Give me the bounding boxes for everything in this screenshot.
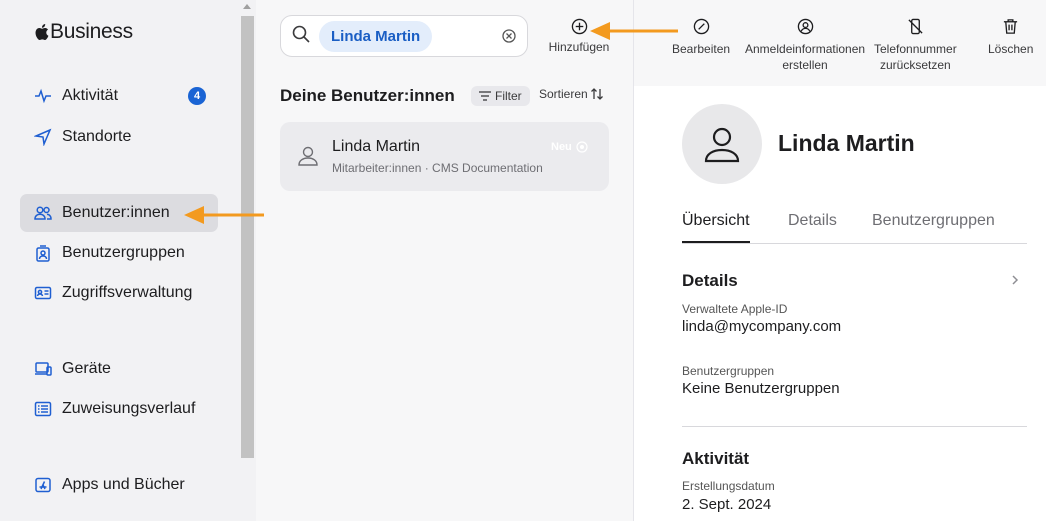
trash-icon: [1004, 19, 1018, 34]
created-date-value: 2. Sept. 2024: [682, 496, 772, 513]
apple-id-value: linda@mycompany.com: [682, 318, 842, 335]
person-icon: [296, 144, 320, 168]
new-dot-icon: [576, 141, 588, 153]
user-groups-value: Keine Benutzergruppen: [682, 380, 840, 397]
app-logo[interactable]: Business: [34, 20, 133, 44]
section-divider: [682, 426, 1027, 427]
person-icon: [704, 127, 740, 163]
person-circle-icon: [797, 18, 813, 35]
sidebar-item-label: Zugriffsverwaltung: [62, 284, 193, 301]
details-section-title: Details: [682, 271, 738, 290]
list-icon: [34, 400, 52, 418]
tab-overview[interactable]: Übersicht: [682, 212, 750, 243]
sidebar-scrollbar-thumb[interactable]: [241, 16, 254, 458]
tab-user-groups[interactable]: Benutzergruppen: [872, 212, 995, 243]
id-card-icon: [34, 284, 52, 302]
scroll-up-arrow-icon[interactable]: [243, 4, 251, 9]
plus-circle-icon: [571, 18, 587, 35]
user-list-panel: Linda Martin Hinzufügen Deine Benutzer:i…: [256, 0, 633, 521]
search-token[interactable]: Linda Martin: [319, 20, 433, 52]
activity-section-title: Aktivität: [682, 449, 750, 468]
profile-name: Linda Martin: [778, 130, 915, 156]
phone-slash-icon: [908, 18, 923, 35]
edit-label: Bearbeiten: [672, 42, 731, 56]
user-list-item[interactable]: Linda Martin Mitarbeiter:innen · CMS Doc…: [280, 122, 609, 191]
create-credentials-button[interactable]: Anmeldeinformationen erstellen: [745, 18, 865, 73]
sidebar-item-activity[interactable]: Aktivität 4: [20, 77, 218, 115]
apple-logo-icon: [35, 24, 49, 40]
sidebar-item-devices[interactable]: Geräte: [20, 350, 218, 388]
activity-icon: [34, 87, 52, 105]
app-store-icon: [34, 476, 52, 494]
search-icon: [291, 24, 311, 49]
apple-id-label: Verwaltete Apple-ID: [682, 302, 788, 316]
chevron-right-icon[interactable]: [1009, 273, 1021, 287]
created-date-label: Erstellungsdatum: [682, 479, 775, 493]
users-icon: [34, 204, 52, 222]
annotation-arrow-add-icon: [590, 22, 678, 40]
create-credentials-label-line1: Anmeldeinformationen: [745, 42, 866, 56]
sidebar-item-label: Benutzergruppen: [62, 244, 185, 261]
tab-details[interactable]: Details: [788, 212, 837, 243]
location-arrow-icon: [34, 128, 52, 146]
search-field[interactable]: Linda Martin: [280, 15, 528, 57]
edit-button[interactable]: Bearbeiten: [672, 18, 730, 57]
user-groups-label: Benutzergruppen: [682, 364, 775, 378]
sort-arrows-icon: [590, 88, 603, 100]
sort-button[interactable]: Sortieren: [539, 87, 604, 101]
user-name: Linda Martin: [332, 138, 421, 155]
sidebar-item-locations[interactable]: Standorte: [20, 118, 218, 156]
edit-icon: [693, 18, 709, 35]
sidebar-item-apps-and-books[interactable]: Apps und Bücher: [20, 466, 218, 504]
detail-toolbar: Bearbeiten Anmeldeinformationen erstelle…: [634, 0, 1046, 86]
user-list-title: Deine Benutzer:innen: [280, 86, 455, 105]
clear-search-icon[interactable]: [501, 28, 517, 44]
create-credentials-label-line2: erstellen: [782, 58, 828, 72]
filter-button[interactable]: Filter: [471, 86, 530, 106]
annotation-arrow-users-icon: [184, 206, 264, 224]
delete-label: Löschen: [988, 42, 1034, 56]
new-tag-label: Neu: [551, 141, 572, 153]
profile-avatar: [682, 104, 762, 184]
app-name: Business: [50, 20, 133, 43]
devices-icon: [34, 360, 52, 378]
notification-badge: 4: [188, 87, 206, 105]
user-group-icon: [34, 244, 52, 262]
sidebar-item-label: Geräte: [62, 360, 111, 377]
sidebar-item-assignment-history[interactable]: Zuweisungsverlauf: [20, 390, 218, 428]
sort-label: Sortieren: [539, 87, 588, 101]
user-subtitle: Mitarbeiter:innen · CMS Documentation: [332, 161, 543, 175]
add-user-label: Hinzufügen: [548, 40, 610, 54]
delete-button[interactable]: Löschen: [988, 18, 1033, 57]
sidebar: Business Aktivität 4 Standorte Benutzer:…: [0, 0, 240, 521]
reset-phone-label-line2: zurücksetzen: [880, 58, 951, 72]
reset-phone-label-line1: Telefonnummer: [874, 42, 957, 56]
filter-icon: [479, 91, 491, 101]
reset-phone-button[interactable]: Telefonnummer zurücksetzen: [874, 18, 957, 73]
filter-label: Filter: [495, 89, 522, 103]
sidebar-item-user-groups[interactable]: Benutzergruppen: [20, 234, 218, 272]
sidebar-item-label: Apps und Bücher: [62, 476, 185, 493]
sidebar-item-label: Zuweisungsverlauf: [62, 400, 196, 417]
new-tag: Neu: [551, 141, 588, 153]
detail-tabs: Übersicht Details Benutzergruppen: [682, 212, 1027, 244]
sidebar-item-label: Benutzer:innen: [62, 204, 170, 221]
sidebar-item-label: Aktivität: [62, 87, 119, 104]
sidebar-item-access-management[interactable]: Zugriffsverwaltung: [20, 274, 218, 312]
sidebar-item-label: Standorte: [62, 128, 132, 145]
